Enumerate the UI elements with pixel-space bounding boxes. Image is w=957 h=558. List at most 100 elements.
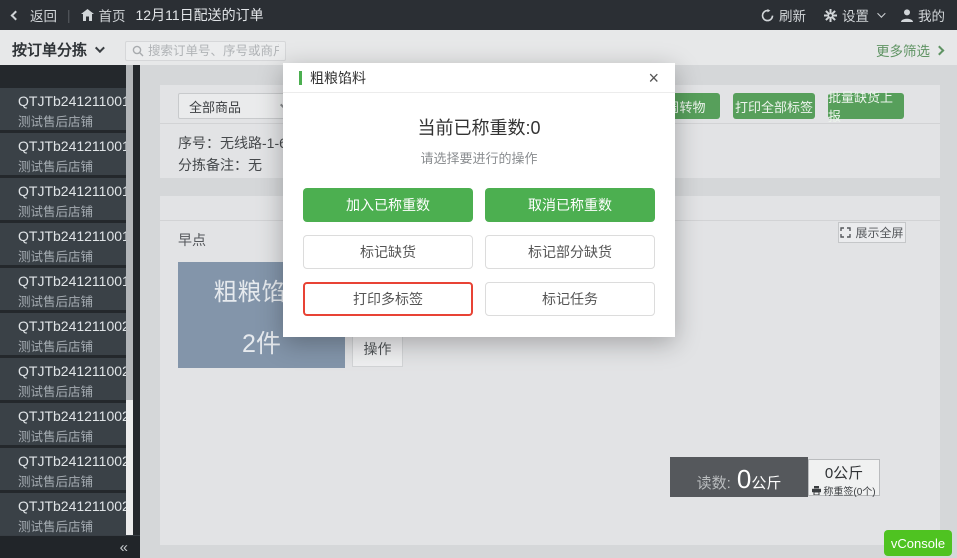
scale-reading-value: 0 (737, 464, 751, 495)
fullscreen-label: 展示全屏 (855, 224, 903, 241)
order-shop: 测试售后店铺 (18, 471, 126, 490)
refresh-button[interactable]: 刷新 (761, 5, 806, 25)
order-id: QTJTb241211001 (18, 228, 126, 244)
back-button[interactable]: 返回 (12, 5, 57, 25)
batch-stockout-button[interactable]: 批量缺货上报 (828, 93, 904, 119)
modal-button-grid: 加入已称重数 取消已称重数 标记缺货 标记部分缺货 打印多标签 标记任务 (303, 188, 655, 316)
user-icon (901, 9, 913, 22)
sort-mode-toggle[interactable]: 按订单分拣 (12, 39, 102, 60)
cancel-weigh-count-button[interactable]: 取消已称重数 (485, 188, 655, 222)
order-shop: 测试售后店铺 (18, 156, 126, 175)
modal-title-accent-bar (299, 71, 302, 85)
printer-icon (812, 486, 821, 495)
sidebar-scrollbar-thumb[interactable] (126, 65, 133, 400)
order-list: QTJTb241211001 测试售后店铺 QTJTb241211001 测试售… (0, 88, 126, 538)
modal-header: 粗粮馅料 × (283, 63, 675, 93)
mark-stockout-button[interactable]: 标记缺货 (303, 235, 473, 269)
order-list-item[interactable]: QTJTb241211002 测试售后店铺 (0, 493, 126, 535)
order-list-item[interactable]: QTJTb241211001 测试售后店铺 (0, 268, 126, 310)
home-icon (81, 9, 94, 21)
refresh-icon (761, 9, 774, 22)
mark-partial-stockout-button[interactable]: 标记部分缺货 (485, 235, 655, 269)
order-list-item[interactable]: QTJTb241211001 测试售后店铺 (0, 88, 126, 130)
current-weigh-count: 当前已称重数:0 (283, 114, 675, 140)
sort-chevron-icon (95, 43, 105, 53)
note-row: 分拣备注：无 (178, 155, 262, 175)
order-list-item[interactable]: QTJTb241211002 测试售后店铺 (0, 358, 126, 400)
current-weigh-label: 当前已称重数: (417, 118, 530, 138)
sort-mode-label: 按订单分拣 (12, 39, 87, 60)
search-input[interactable] (148, 44, 279, 58)
serial-label: 序号： (178, 135, 220, 151)
scale-reading-box: 读数: 0 公斤 (670, 457, 808, 497)
order-shop: 测试售后店铺 (18, 381, 126, 400)
order-shop: 测试售后店铺 (18, 291, 126, 310)
order-list-item[interactable]: QTJTb241211002 测试售后店铺 (0, 403, 126, 445)
scale-reading-label: 读数: (697, 472, 731, 493)
back-label: 返回 (30, 5, 57, 25)
section-title: 早点 (178, 230, 206, 250)
back-chevron-icon (11, 10, 21, 20)
order-id: QTJTb241211002 (18, 498, 126, 514)
order-id: QTJTb241211002 (18, 408, 126, 424)
order-list-item[interactable]: QTJTb241211001 测试售后店铺 (0, 178, 126, 220)
product-filter-select[interactable]: 全部商品 (178, 93, 298, 119)
order-list-item[interactable]: QTJTb241211001 测试售后店铺 (0, 133, 126, 175)
print-multi-label-button[interactable]: 打印多标签 (303, 282, 473, 316)
home-button[interactable]: 首页 (81, 5, 126, 25)
order-shop: 测试售后店铺 (18, 111, 126, 130)
more-filters-link[interactable]: 更多筛选 (876, 40, 943, 60)
topbar-divider: | (67, 8, 71, 23)
order-id: QTJTb241211001 (18, 183, 126, 199)
order-shop: 测试售后店铺 (18, 336, 126, 355)
batch-stockout-label: 批量缺货上报 (828, 87, 904, 125)
print-all-labels-label: 打印全部标签 (735, 97, 813, 116)
add-weigh-count-button[interactable]: 加入已称重数 (303, 188, 473, 222)
note-label: 分拣备注： (178, 157, 248, 173)
order-sidebar: QTJTb241211001 测试售后店铺 QTJTb241211001 测试售… (0, 65, 140, 558)
me-label: 我的 (918, 5, 945, 25)
order-shop: 测试售后店铺 (18, 516, 126, 535)
weigh-label-box[interactable]: 0公斤 称重签(0个) (808, 459, 880, 496)
vconsole-button[interactable]: vConsole (884, 530, 952, 556)
page-title: 12月11日配送的订单 (136, 5, 264, 25)
more-filters-label: 更多筛选 (876, 40, 930, 60)
settings-button[interactable]: 设置 (824, 5, 883, 25)
order-list-item[interactable]: QTJTb241211001 测试售后店铺 (0, 223, 126, 265)
gear-icon (824, 9, 837, 22)
order-list-item[interactable]: QTJTb241211002 测试售后店铺 (0, 313, 126, 355)
modal-title: 粗粮馅料 (310, 68, 366, 88)
order-shop: 测试售后店铺 (18, 201, 126, 220)
order-id: QTJTb241211001 (18, 138, 126, 154)
close-icon[interactable]: × (648, 69, 659, 87)
product-filter-value: 全部商品 (189, 97, 241, 116)
collapse-sidebar-icon[interactable]: « (120, 540, 128, 555)
current-weigh-value: 0 (531, 118, 541, 138)
settings-chevron-icon (877, 9, 885, 17)
fullscreen-button[interactable]: 展示全屏 (838, 222, 906, 243)
label-count: 称重签(0个) (823, 483, 875, 498)
order-id: QTJTb241211002 (18, 453, 126, 469)
order-id: QTJTb241211002 (18, 363, 126, 379)
mark-task-button[interactable]: 标记任务 (485, 282, 655, 316)
search-box[interactable] (125, 41, 286, 61)
product-action-modal: 粗粮馅料 × 当前已称重数:0 请选择要进行的操作 加入已称重数 取消已称重数 … (283, 63, 675, 337)
me-button[interactable]: 我的 (901, 5, 945, 25)
scale-reading-unit: 公斤 (751, 472, 781, 493)
expand-icon (840, 227, 851, 238)
sidebar-footer: « (0, 535, 140, 558)
search-icon (132, 45, 144, 57)
weight-total: 0公斤 (809, 462, 879, 483)
note-value: 无 (248, 157, 262, 173)
top-bar: 返回 | 首页 12月11日配送的订单 刷新 (0, 0, 957, 30)
order-list-item[interactable]: QTJTb241211002 测试售后店铺 (0, 448, 126, 490)
refresh-label: 刷新 (779, 5, 806, 25)
order-shop: 测试售后店铺 (18, 246, 126, 265)
more-filters-chevron-icon (935, 45, 945, 55)
action-label: 操作 (364, 339, 392, 359)
print-all-labels-button[interactable]: 打印全部标签 (733, 93, 815, 119)
order-shop: 测试售后店铺 (18, 426, 126, 445)
serial-value: 无线路-1-6 (220, 135, 287, 151)
header-row: 按订单分拣 更多筛选 (0, 30, 957, 65)
vconsole-label: vConsole (891, 536, 945, 551)
